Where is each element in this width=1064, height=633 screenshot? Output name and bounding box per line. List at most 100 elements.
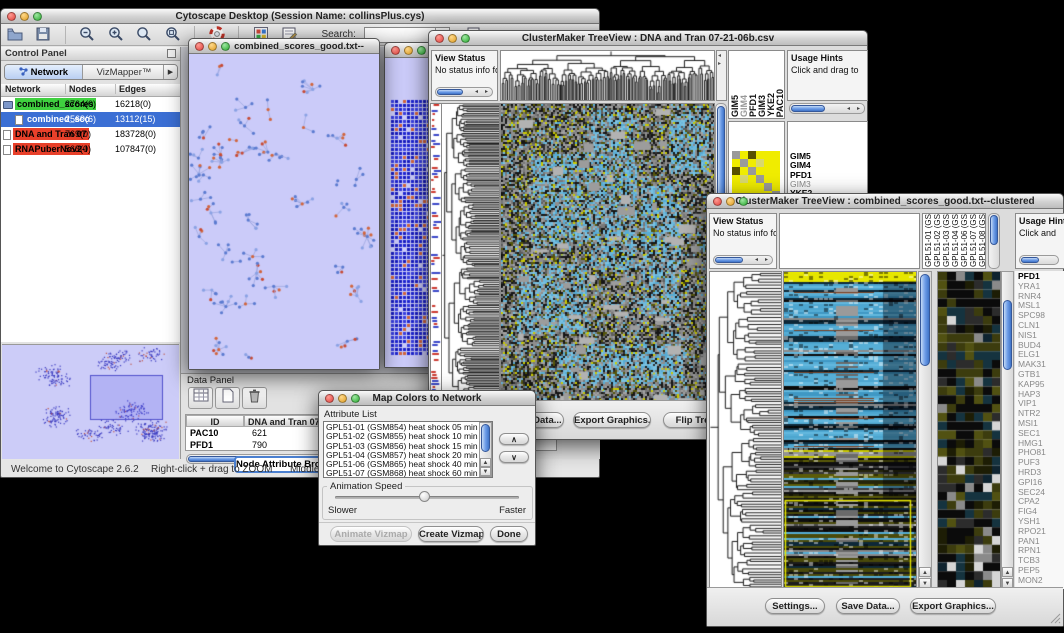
minimize-icon[interactable] (448, 34, 457, 43)
scroll-right-icon[interactable]: ▸ (718, 60, 721, 67)
column-label[interactable]: GPL51-02 (GSM855) (933, 213, 942, 267)
scrollbar-thumb[interactable] (1003, 300, 1012, 370)
minimize-icon[interactable] (208, 42, 217, 51)
zoom-heatmap-canvas[interactable] (938, 272, 1000, 588)
attribute-table-icon[interactable] (188, 387, 213, 409)
scroll-right-icon[interactable]: ▸ (762, 256, 771, 264)
zoom-window-icon[interactable] (33, 12, 42, 21)
view-status-hscrollbar[interactable]: ◂ ▸ (435, 87, 493, 97)
row-dendrogram-canvas[interactable] (442, 104, 499, 400)
scrollbar-thumb[interactable] (791, 105, 825, 112)
save-data-button[interactable]: Save Data... (836, 598, 900, 614)
zoom-window-icon[interactable] (221, 42, 230, 51)
scrollbar-thumb[interactable] (715, 257, 743, 263)
scroll-left-icon[interactable]: ◂ (718, 52, 721, 59)
scroll-left-icon[interactable]: ◂ (472, 88, 481, 96)
network-tree-row[interactable]: combined_sco2569(6)13112(15) (1, 112, 180, 127)
zoom-out-icon[interactable] (76, 25, 98, 45)
settings-button[interactable]: Settings... (765, 598, 825, 614)
close-icon[interactable] (7, 12, 16, 21)
attribute-list-scrollbar[interactable]: ▲ ▼ (479, 422, 492, 477)
treeview2-column-tree[interactable] (779, 213, 920, 269)
zoom-selected-icon[interactable] (162, 25, 184, 45)
attribute-item[interactable]: GPL51-07 (GSM868) heat shock 60 min (324, 469, 478, 478)
scroll-down-icon[interactable]: ▼ (480, 467, 491, 476)
tab-network[interactable]: Network (5, 65, 83, 79)
column-label[interactable]: GPL51-03 (GSM856) (942, 213, 951, 267)
column-label[interactable]: GPL51-08 (GSM872) (978, 213, 986, 267)
close-icon[interactable] (713, 197, 722, 206)
move-down-button[interactable]: ∨ (499, 451, 529, 463)
label[interactable]: PAC10 (776, 89, 785, 117)
zoom-in-icon[interactable] (105, 25, 127, 45)
scrollbar-thumb[interactable] (437, 89, 463, 95)
treeview2-vscrollbar2[interactable]: ▲ ▼ (1001, 271, 1014, 589)
network-tree-row[interactable]: RNAPuberNov2-I563(0)107847(0) (1, 142, 180, 157)
column-dendrogram-canvas[interactable] (501, 51, 714, 100)
scrollbar-thumb[interactable] (920, 274, 930, 366)
treeview2-heatmap[interactable] (783, 271, 917, 589)
create-vizmap-button[interactable]: Create Vizmap (418, 526, 484, 542)
zoom-window-icon[interactable] (417, 46, 426, 55)
delete-attribute-icon[interactable] (242, 387, 267, 409)
zoom-window-icon[interactable] (351, 394, 360, 403)
zoom-fit-icon[interactable] (133, 25, 155, 45)
network-overview-canvas[interactable] (2, 345, 179, 459)
network-overview-panel[interactable] (2, 344, 179, 458)
float-panel-icon[interactable] (167, 49, 176, 58)
scrollbar-thumb[interactable] (990, 215, 998, 245)
minimize-icon[interactable] (20, 12, 29, 21)
scroll-up-icon[interactable]: ▲ (480, 458, 491, 467)
export-graphics-button[interactable]: Export Graphics... (573, 412, 651, 428)
scroll-left-icon[interactable]: ◂ (844, 105, 853, 113)
column-tree-scroll[interactable]: ◂ ▸ (716, 50, 727, 101)
network-window-titlebar[interactable]: combined_scores_good.txt--cluste... (189, 39, 379, 54)
column-label[interactable]: GPL51-07 (GSM868) (969, 213, 978, 267)
heatmap-canvas[interactable] (501, 104, 714, 400)
speed-slider-thumb[interactable] (419, 491, 430, 502)
map-dialog-titlebar[interactable]: Map Colors to Network (319, 391, 535, 406)
network-tree-row[interactable]: DNA and Tran 07769(0)183728(0) (1, 127, 180, 142)
minimize-icon[interactable] (338, 394, 347, 403)
treeview1-heatmap[interactable] (500, 103, 715, 401)
network-tree-row[interactable]: combined_scores2764(0)16218(0) (1, 97, 180, 112)
column-label[interactable]: GPL51-01 (GSM854) (924, 213, 933, 267)
scrollbar-thumb[interactable] (481, 424, 490, 452)
minimize-icon[interactable] (404, 46, 413, 55)
gene-label[interactable]: MON2 (1018, 576, 1046, 586)
column-label[interactable]: GPL51-04 (GSM857) (951, 213, 960, 267)
tab-vizmapper[interactable]: VizMapper™ (83, 65, 165, 79)
view-status-hscrollbar[interactable]: ◂ ▸ (713, 255, 773, 265)
move-up-button[interactable]: ∧ (499, 433, 529, 445)
animate-vizmap-button[interactable]: Animate Vizmap (330, 526, 412, 542)
usage-hints-hscrollbar[interactable] (1019, 255, 1059, 265)
scrollbar-thumb[interactable] (1021, 257, 1039, 263)
scroll-left-icon[interactable]: ◂ (752, 256, 761, 264)
column-labels-scrollbar[interactable] (988, 213, 1000, 269)
close-icon[interactable] (435, 34, 444, 43)
scroll-right-icon[interactable]: ▸ (482, 88, 491, 96)
heatmap-canvas[interactable] (784, 272, 916, 588)
export-graphics-button[interactable]: Export Graphics... (910, 598, 996, 614)
close-icon[interactable] (195, 42, 204, 51)
scroll-up-icon[interactable]: ▲ (1002, 567, 1013, 577)
treeview2-row-tree[interactable] (709, 271, 782, 589)
attribute-listbox[interactable]: GPL51-01 (GSM854) heat shock 05 minGPL51… (323, 421, 493, 478)
treeview1-column-tree[interactable] (500, 50, 715, 101)
open-icon[interactable] (4, 25, 26, 45)
new-attribute-icon[interactable] (215, 387, 240, 409)
done-button[interactable]: Done (490, 526, 528, 542)
scroll-up-icon[interactable]: ▲ (919, 567, 931, 577)
scroll-right-icon[interactable]: ▸ (854, 105, 863, 113)
main-window-titlebar[interactable]: Cytoscape Desktop (Session Name: collins… (1, 9, 599, 24)
similarity-matrix[interactable] (732, 151, 780, 199)
save-icon[interactable] (32, 25, 54, 45)
treeview1-row-tree[interactable] (441, 103, 500, 401)
zoom-window-icon[interactable] (739, 197, 748, 206)
tab-overflow-button[interactable]: ▶ (163, 65, 177, 79)
treeview2-vscrollbar1[interactable]: ▲ ▼ (918, 271, 932, 589)
minimize-icon[interactable] (726, 197, 735, 206)
close-icon[interactable] (391, 46, 400, 55)
close-icon[interactable] (325, 394, 334, 403)
row-dendrogram-canvas[interactable] (710, 272, 781, 588)
